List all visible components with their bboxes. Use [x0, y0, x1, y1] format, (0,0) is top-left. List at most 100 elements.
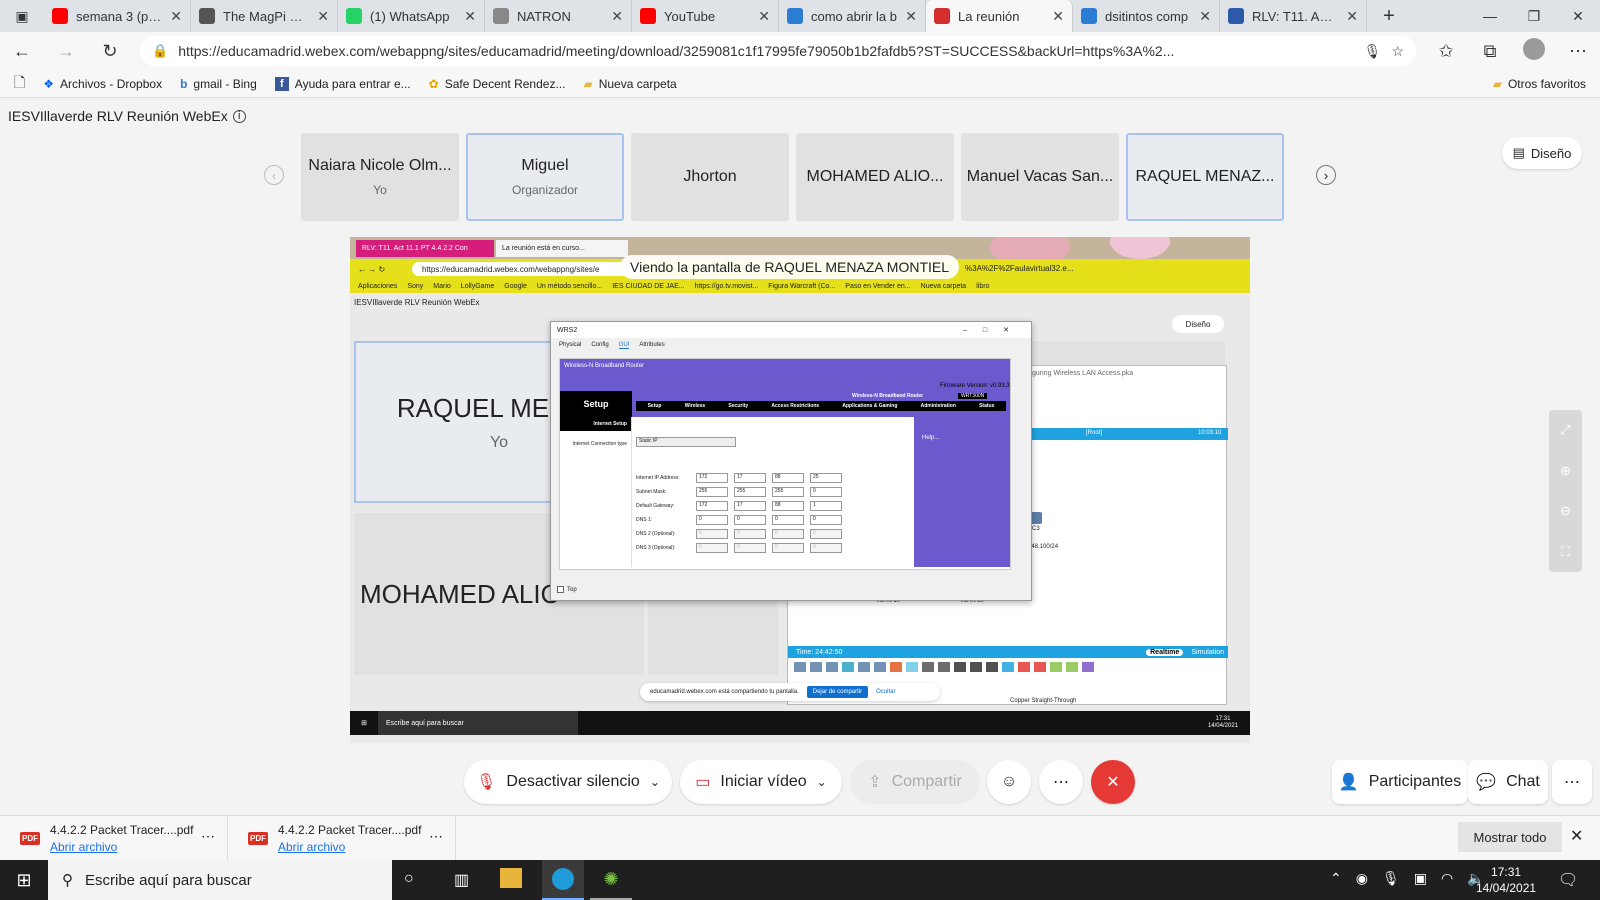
pt-root: [Root]: [1086, 430, 1103, 436]
download-item[interactable]: PDF 4.4.2.2 Packet Tracer....pdf Abrir arc…: [228, 816, 456, 860]
lock-icon[interactable]: 🔒: [152, 43, 168, 59]
windows-start-icon[interactable]: ⊞: [0, 860, 48, 900]
bookmark-nueva-carpeta[interactable]: ▰ Nueva carpeta: [583, 77, 676, 91]
participant-tile[interactable]: Jhorton: [631, 133, 789, 221]
browser-tab[interactable]: The MagPi mag ✕: [191, 0, 338, 32]
wifi-icon[interactable]: ◠: [1441, 870, 1453, 887]
close-tab-icon[interactable]: ✕: [317, 8, 329, 25]
browser-tab[interactable]: NATRON ✕: [485, 0, 632, 32]
back-button[interactable]: ←: [0, 41, 44, 62]
browser-tab[interactable]: semana 3 (pico ✕: [44, 0, 191, 32]
participants-next-button[interactable]: ›: [1316, 165, 1336, 185]
other-favorites[interactable]: ▰ Otros favoritos: [1493, 77, 1586, 91]
browser-tab[interactable]: La reunión ✕: [926, 0, 1073, 32]
taskbar-search[interactable]: ⚲ Escribe aquí para buscar: [48, 860, 392, 900]
file-explorer-icon[interactable]: [500, 868, 522, 888]
bookmarks-bar: 🗋 ❖ Archivos - Dropbox b gmail - Bing f Ayu…: [0, 70, 1600, 98]
zoom-out-icon[interactable]: ⊖: [1560, 503, 1571, 519]
reactions-button[interactable]: ☺: [987, 760, 1031, 804]
browser-tab[interactable]: (1) WhatsApp ✕: [338, 0, 485, 32]
participants-prev-button[interactable]: ‹: [264, 165, 284, 185]
fit-screen-icon[interactable]: ⤢: [1560, 422, 1570, 438]
task-view-icon[interactable]: ▥: [454, 870, 469, 890]
youtube-icon: [52, 8, 68, 24]
wrs2-top-label: Top: [567, 586, 577, 593]
zoom-in-icon[interactable]: ⊕: [1560, 463, 1571, 479]
browser-tab[interactable]: RLV: T11. Act 1 ✕: [1220, 0, 1367, 32]
unmute-button[interactable]: 🎙 Desactivar silencio ⌄: [464, 760, 672, 804]
participants-button[interactable]: 👤 Participantes: [1332, 760, 1468, 804]
fullscreen-icon[interactable]: ⛶: [1561, 544, 1570, 560]
close-downloads-button[interactable]: ✕: [1570, 826, 1583, 846]
chevron-down-icon[interactable]: ⌄: [650, 775, 660, 789]
participant-tile[interactable]: Manuel Vacas San...: [961, 133, 1119, 221]
bookmark-safe-decent[interactable]: ✿ Safe Decent Rendez...: [429, 77, 566, 91]
layout-button[interactable]: ▤ Diseño: [1502, 137, 1582, 169]
display-icon[interactable]: ▣: [1414, 870, 1427, 887]
more-options-button[interactable]: ⋯: [1039, 760, 1083, 804]
packet-tracer-taskbar-icon[interactable]: ✺: [590, 860, 632, 900]
participant-name: Jhorton: [683, 168, 737, 185]
collections-icon[interactable]: ⧉: [1468, 41, 1512, 62]
download-item[interactable]: PDF 4.4.2.2 Packet Tracer....pdf Abrir arc…: [0, 816, 228, 860]
router-octet-field: 25: [810, 473, 842, 483]
shared-bookmark: Google: [504, 282, 527, 290]
router-octet-field: 0: [810, 515, 842, 525]
microphone-icon[interactable]: 🎙: [1364, 43, 1382, 60]
settings-menu-button[interactable]: ⋯: [1556, 41, 1600, 62]
taskbar-clock[interactable]: 17:31 14/04/2021: [1476, 864, 1536, 896]
download-more-icon[interactable]: ⋯: [429, 828, 443, 845]
participant-tile[interactable]: RAQUEL MENAZ...: [1126, 133, 1284, 221]
add-favorite-icon[interactable]: ☆: [1391, 43, 1404, 60]
reload-button[interactable]: ↻: [88, 41, 132, 62]
close-tab-icon[interactable]: ✕: [170, 8, 182, 25]
browser-tab[interactable]: YouTube ✕: [632, 0, 779, 32]
edge-taskbar-icon[interactable]: [542, 860, 584, 900]
close-tab-icon[interactable]: ✕: [1199, 8, 1211, 25]
pt-device-icon: [858, 662, 870, 672]
browser-tab[interactable]: dsitintos comp ✕: [1073, 0, 1220, 32]
webcam-icon[interactable]: ◉: [1356, 870, 1368, 887]
bookmark-dropbox[interactable]: ❖ Archivos - Dropbox: [43, 77, 162, 91]
bookmark-facebook[interactable]: f Ayuda para entrar e...: [274, 76, 411, 91]
profile-avatar[interactable]: [1512, 37, 1556, 65]
minimize-button[interactable]: —: [1468, 0, 1512, 32]
reading-list-icon[interactable]: 🗋: [14, 72, 25, 96]
close-tab-icon[interactable]: ✕: [758, 8, 770, 25]
info-icon[interactable]: i: [232, 109, 246, 123]
close-tab-icon[interactable]: ✕: [464, 8, 476, 25]
participant-tile[interactable]: MOHAMED ALIO...: [796, 133, 954, 221]
chevron-up-icon[interactable]: ⌃: [1330, 870, 1342, 887]
close-tab-icon[interactable]: ✕: [1052, 8, 1064, 25]
bookmark-gmail-bing[interactable]: b gmail - Bing: [180, 77, 257, 91]
maximize-button[interactable]: ❐: [1512, 0, 1556, 32]
share-button[interactable]: ⇪ Compartir: [850, 760, 980, 804]
participant-tile[interactable]: Naiara Nicole Olm... Yo: [301, 133, 459, 221]
url-field[interactable]: 🔒 https://educamadrid.webex.com/webappng…: [140, 36, 1416, 66]
taskbar-time: 17:31: [1491, 865, 1522, 879]
forward-button[interactable]: →: [44, 41, 88, 62]
close-tab-icon[interactable]: ✕: [905, 8, 917, 25]
cortana-icon[interactable]: ○: [404, 870, 414, 888]
download-name: 4.4.2.2 Packet Tracer....pdf: [50, 822, 194, 837]
leave-meeting-button[interactable]: ✕: [1091, 760, 1135, 804]
panel-more-button[interactable]: ⋯: [1552, 760, 1592, 804]
participant-tile[interactable]: Miguel Organizador: [466, 133, 624, 221]
start-video-button[interactable]: ▭ Iniciar vídeo ⌄: [680, 760, 842, 804]
browser-tab[interactable]: como abrir la b ✕: [779, 0, 926, 32]
chevron-down-icon[interactable]: ⌄: [817, 775, 827, 789]
open-file-link[interactable]: Abrir archivo: [50, 840, 193, 854]
url-text: https://educamadrid.webex.com/webappng/s…: [178, 43, 1175, 59]
favorites-icon[interactable]: ✩: [1424, 41, 1468, 62]
notifications-icon[interactable]: 🗨: [1558, 870, 1578, 890]
tab-actions-icon[interactable]: ▣: [0, 0, 44, 32]
new-tab-button[interactable]: +: [1367, 0, 1411, 32]
close-tab-icon[interactable]: ✕: [611, 8, 623, 25]
chat-button[interactable]: 💬 Chat: [1468, 760, 1548, 804]
microphone-icon[interactable]: 🎙: [1382, 870, 1400, 887]
download-more-icon[interactable]: ⋯: [201, 828, 215, 845]
close-window-button[interactable]: ✕: [1556, 0, 1600, 32]
close-tab-icon[interactable]: ✕: [1346, 8, 1358, 25]
open-file-link[interactable]: Abrir archivo: [278, 840, 421, 854]
show-all-button[interactable]: Mostrar todo: [1458, 822, 1562, 852]
